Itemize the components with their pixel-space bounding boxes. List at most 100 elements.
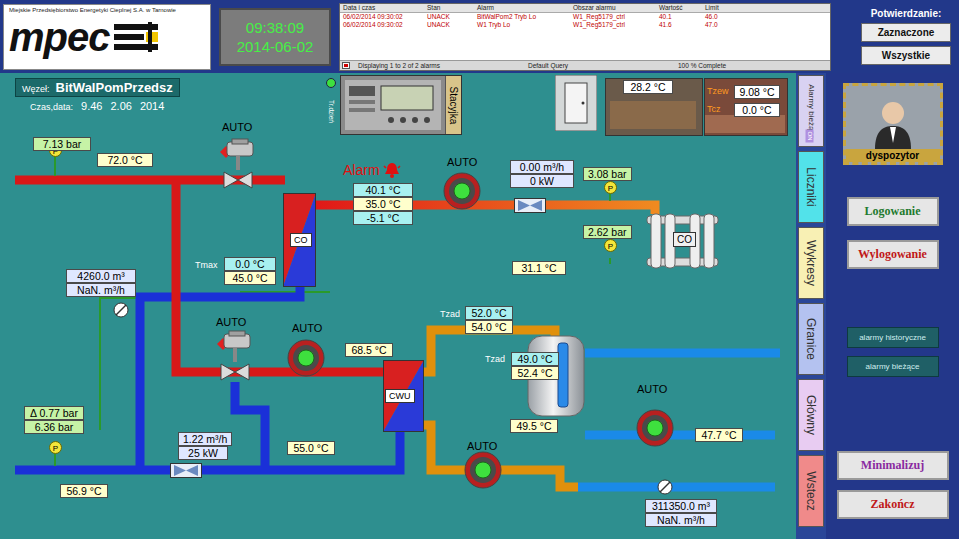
exchanger-label: CO [290, 233, 312, 247]
tab-label: Liczniki [804, 167, 818, 206]
status-text: Default Query [528, 61, 678, 70]
reading-box: 31.1 °C [512, 261, 566, 275]
pump-mode[interactable]: AUTO [447, 156, 477, 168]
side-tab[interactable]: Alarmy bieżąceON [798, 75, 824, 147]
status-text: 100 % Complete [678, 61, 830, 70]
reading-box: NaN. m³/h [645, 513, 717, 527]
year-value: 2014 [140, 100, 164, 112]
alarm-table-header: Data i czasStanAlarmObszar alarmuWartość… [340, 4, 830, 13]
reading-box: 6.36 bar [24, 420, 84, 434]
alarm-cell: 46.0 [705, 13, 830, 21]
logo-row: mpec [9, 15, 205, 59]
company-name: Miejskie Przedsiębiorstwo Energetyki Cie… [9, 7, 205, 13]
column-header[interactable]: Data i czas [343, 4, 427, 12]
pump-state [475, 462, 491, 478]
pump-mode[interactable]: AUTO [292, 322, 322, 334]
reading-box: -5.1 °C [353, 211, 413, 225]
clock-time: 09:38:09 [246, 18, 304, 37]
side-tab[interactable]: Granice [798, 303, 824, 375]
user-avatar[interactable]: dyspozytor [843, 83, 943, 165]
outdoor-label: Tcz [707, 104, 721, 114]
radiator-label: CO [673, 232, 696, 247]
reading-box: 2.62 bar [583, 225, 632, 239]
alarm-cell: UNACK [427, 21, 477, 29]
exchanger-label: CWU [385, 389, 415, 403]
side-tab[interactable]: Wstecz [798, 455, 824, 527]
reading-box: 47.7 °C [695, 428, 743, 442]
alarm-table: Data i czasStanAlarmObszar alarmuWartość… [339, 3, 831, 71]
side-panel: dyspozytor Logowanie Wylogowanie alarmy his… [826, 73, 959, 539]
pump-state [298, 350, 314, 366]
side-button[interactable]: Minimalizuj [837, 451, 949, 480]
valve-mode[interactable]: AUTO [222, 121, 252, 133]
valve-mode[interactable]: AUTO [216, 316, 246, 328]
alarm-row[interactable]: 06/02/2014 09:30:02UNACKBitWalPom2 Tryb … [340, 13, 830, 21]
logo-text: mpec [9, 15, 110, 59]
reading-box: 4260.0 m³ [66, 269, 136, 283]
column-header[interactable]: Limit [705, 4, 830, 12]
reading-box: 52.4 °C [511, 366, 559, 380]
alarm-indicator: Alarm [343, 162, 401, 178]
indicator-label: Tr.dzień [328, 100, 335, 123]
side-button[interactable]: Zakończ [837, 490, 949, 519]
query-icon [342, 62, 350, 69]
column-header[interactable]: Stan [427, 4, 477, 12]
heat-meter-icon [113, 302, 129, 318]
reading-box: 40.1 °C [353, 183, 413, 197]
alarm-cell: W1_Reg5179_ctrl [573, 21, 659, 29]
side-button[interactable]: Wylogowanie [847, 240, 939, 269]
clock-date: 2014-06-02 [237, 37, 314, 56]
side-button[interactable]: alarmy historyczne [847, 327, 939, 348]
side-tab[interactable]: Liczniki [798, 151, 824, 223]
control-valve-icon [215, 330, 255, 382]
room-temperature: 28.2 °C [623, 80, 673, 94]
node-header: Węzeł:BitWalPomPrzedsz [15, 78, 180, 97]
controller[interactable]: Stacyjka [340, 75, 462, 135]
acknowledge-button[interactable]: Zaznaczone [861, 23, 951, 42]
pump-icon[interactable] [464, 451, 502, 489]
tab-label: Wstecz [804, 471, 818, 510]
reading-box: 35.0 °C [353, 197, 413, 211]
outdoor-value: 0.0 °C [734, 103, 780, 117]
column-header[interactable]: Wartość [659, 4, 705, 12]
door-icon[interactable] [555, 75, 597, 131]
heat-meter-icon [657, 479, 673, 495]
reading-box: 1.22 m³/h [178, 432, 232, 446]
controller-label: Stacyjka [448, 86, 459, 124]
reading-box: 7.13 bar [33, 137, 91, 151]
reading-box: 25 kW [178, 446, 228, 460]
reading-box: 0.00 m³/h [510, 160, 574, 174]
pump-mode[interactable]: AUTO [467, 440, 497, 452]
company-logo: Miejskie Przedsiębiorstwo Energetyki Cie… [3, 4, 211, 70]
reading-box: 68.5 °C [345, 343, 393, 357]
alarm-row[interactable]: 06/02/2014 09:30:02UNACKW1 Tryb LoW1_Reg… [340, 21, 830, 29]
node-name: BitWalPomPrzedsz [56, 80, 173, 95]
pump-icon[interactable] [443, 172, 481, 210]
controller-tab: Stacyjka [445, 76, 461, 134]
side-button[interactable]: alarmy bieżące [847, 356, 939, 377]
acknowledge-panel: Potwierdzanie:ZaznaczoneWszystkie [855, 8, 957, 65]
side-tab[interactable]: Główny [798, 379, 824, 451]
pump-icon[interactable] [636, 409, 674, 447]
alarm-cell: W1 Tryb Lo [477, 21, 573, 29]
alarm-cell: 06/02/2014 09:30:02 [343, 21, 427, 29]
tab-strip: Alarmy bieżąceON Liczniki Wykresy Granice Gł… [796, 73, 826, 539]
pump-icon[interactable] [287, 339, 325, 377]
reading-box: 52.0 °C [465, 306, 513, 320]
reading-box: 3.08 bar [583, 167, 632, 181]
outdoor-value: 9.08 °C [734, 85, 780, 99]
flow-meter-icon [170, 463, 202, 478]
side-button[interactable]: Logowanie [847, 197, 939, 226]
date-value: 2.06 [110, 100, 131, 112]
alarm-cell: 06/02/2014 09:30:02 [343, 13, 427, 21]
column-header[interactable]: Alarm [477, 4, 573, 12]
side-tab[interactable]: Wykresy [798, 227, 824, 299]
pump-mode[interactable]: AUTO [637, 383, 667, 395]
clock: 09:38:092014-06-02 [219, 8, 331, 66]
tab-label: Granice [804, 318, 818, 360]
room-photo-detail [610, 101, 696, 129]
acknowledge-button[interactable]: Wszystkie [861, 46, 951, 65]
reading-box: 54.0 °C [465, 320, 513, 334]
flow-meter-icon [514, 198, 546, 213]
column-header[interactable]: Obszar alarmu [573, 4, 659, 12]
